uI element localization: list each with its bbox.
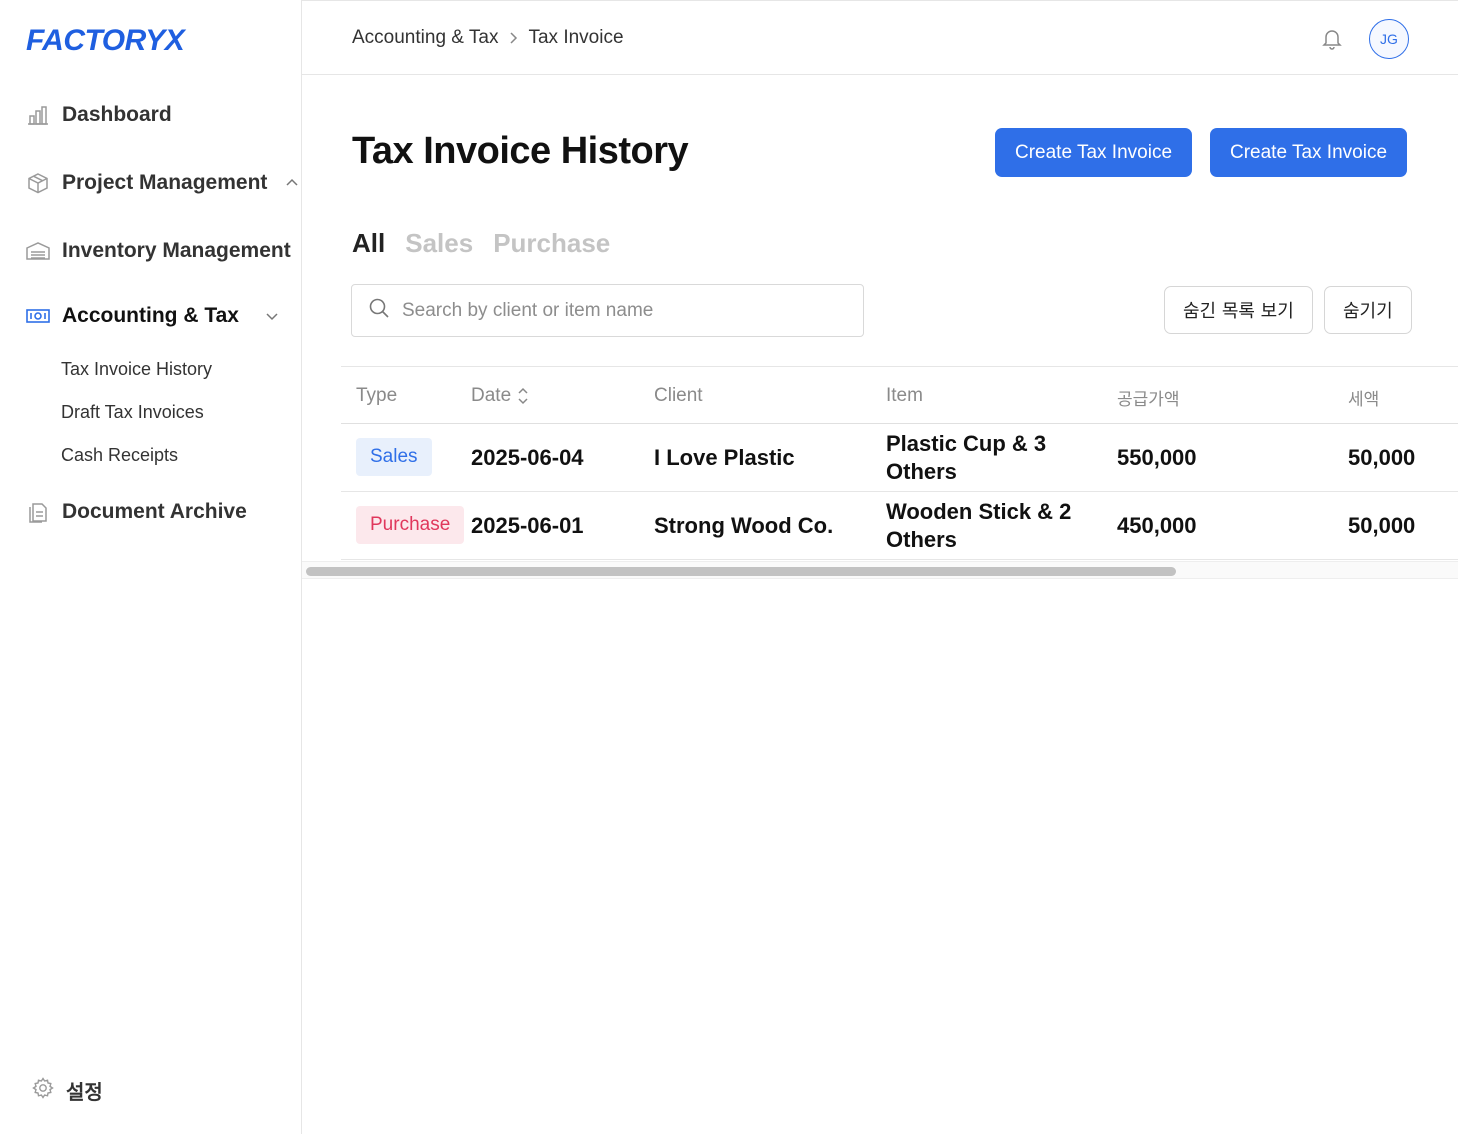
create-tax-invoice-button[interactable]: Create Tax Invoice: [995, 128, 1193, 177]
page-title: Tax Invoice History: [352, 130, 689, 172]
sidebar-item-label: Inventory Management: [62, 239, 291, 262]
filter-tabs: All Sales Purchase: [352, 228, 610, 259]
sort-icon[interactable]: [517, 386, 529, 406]
sidebar-item-label: Project Management: [62, 171, 268, 194]
type-badge-sales: Sales: [356, 438, 432, 476]
create-tax-invoice-button-2[interactable]: Create Tax Invoice: [1210, 128, 1408, 177]
search-icon: [368, 297, 390, 324]
cell-tax-amount: 50,000: [1348, 445, 1416, 470]
settings-label: 설정: [66, 1082, 103, 1104]
tab-all[interactable]: All: [352, 228, 385, 259]
sidebar-item-project-management[interactable]: Project Management: [26, 171, 299, 195]
gear-icon: [32, 1076, 54, 1105]
show-hidden-list-button[interactable]: 숨긴 목록 보기: [1164, 286, 1313, 334]
cell-client: Strong Wood Co.: [654, 513, 834, 538]
breadcrumb-item-tax-invoice: Tax Invoice: [528, 27, 624, 48]
box-icon: [26, 171, 50, 195]
chevron-up-icon: [285, 178, 299, 188]
search-input[interactable]: [402, 299, 842, 322]
sidebar-item-settings[interactable]: 설정: [32, 1076, 103, 1105]
sidebar-item-document-archive[interactable]: Document Archive: [26, 500, 247, 524]
warehouse-icon: [26, 239, 50, 263]
avatar[interactable]: JG: [1369, 19, 1409, 59]
hide-button[interactable]: 숨기기: [1324, 286, 1412, 334]
money-icon: [26, 304, 50, 328]
sidebar-subitem-tax-invoice-history[interactable]: Tax Invoice History: [61, 359, 212, 380]
sidebar-item-label: Accounting & Tax: [62, 304, 239, 327]
table-row[interactable]: Purchase 2025-06-01 Strong Wood Co. Wood…: [341, 492, 1458, 560]
tab-purchase[interactable]: Purchase: [493, 228, 610, 259]
sidebar-item-accounting-tax[interactable]: Accounting & Tax: [26, 304, 279, 328]
type-badge-purchase: Purchase: [356, 506, 465, 544]
table-row[interactable]: Sales 2025-06-04 I Love Plastic Plastic …: [341, 424, 1458, 492]
breadcrumb-item-accounting-tax[interactable]: Accounting & Tax: [352, 27, 498, 49]
cell-date: 2025-06-04: [471, 445, 584, 470]
table-header: Type Date Client Item 공급가액 세액: [341, 366, 1458, 424]
column-header-item: Item: [886, 385, 923, 406]
column-header-tax-amount: 세액: [1348, 390, 1380, 410]
sidebar-item-label: Document Archive: [62, 500, 247, 523]
scrollbar-thumb[interactable]: [306, 567, 1176, 576]
cell-item: Plastic Cup & 3 Others: [886, 431, 1047, 484]
column-header-supply-amount: 공급가액: [1117, 390, 1180, 410]
sidebar: FACTORYX Dashboard Project Management In…: [0, 0, 302, 1134]
top-bar: Accounting & Tax Tax Invoice JG: [302, 0, 1458, 75]
column-header-type: Type: [356, 385, 398, 406]
cell-supply-amount: 450,000: [1117, 513, 1197, 538]
chevron-down-icon: [265, 311, 279, 321]
sidebar-item-dashboard[interactable]: Dashboard: [26, 103, 172, 127]
cell-item: Wooden Stick & 2 Others: [886, 499, 1072, 552]
column-header-date[interactable]: Date: [471, 385, 529, 407]
sidebar-subitem-cash-receipts[interactable]: Cash Receipts: [61, 445, 178, 466]
cell-date: 2025-06-01: [471, 513, 584, 538]
column-header-client: Client: [654, 385, 703, 406]
horizontal-scrollbar[interactable]: [302, 561, 1458, 579]
search-box: [351, 284, 864, 337]
cell-client: I Love Plastic: [654, 445, 795, 470]
sidebar-item-inventory-management[interactable]: Inventory Management: [26, 239, 291, 263]
sidebar-item-label: Dashboard: [62, 103, 172, 126]
cell-tax-amount: 50,000: [1348, 513, 1416, 538]
factoryx-logo[interactable]: FACTORYX: [26, 24, 185, 58]
sidebar-subitem-draft-tax-invoices[interactable]: Draft Tax Invoices: [61, 402, 204, 423]
invoice-table: Type Date Client Item 공급가액 세액 Sales 2025…: [341, 366, 1458, 560]
tab-sales[interactable]: Sales: [405, 228, 473, 259]
breadcrumb: Accounting & Tax Tax Invoice: [352, 27, 624, 49]
chevron-right-icon: [508, 31, 518, 45]
column-header-date-label: Date: [471, 385, 512, 406]
bar-chart-icon: [26, 103, 50, 127]
app-window: FACTORYX Dashboard Project Management In…: [0, 0, 1458, 1134]
cell-supply-amount: 550,000: [1117, 445, 1197, 470]
document-icon: [26, 500, 50, 524]
bell-icon[interactable]: [1322, 28, 1344, 50]
